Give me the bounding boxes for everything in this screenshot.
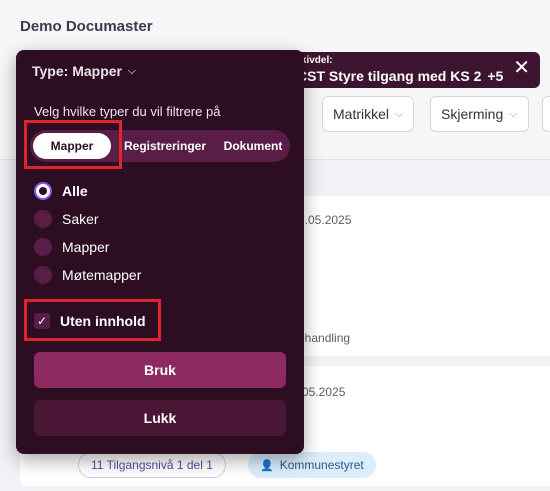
filter-matrikkel-button[interactable]: Matrikkel ⌵	[322, 96, 415, 132]
type-filter-panel: Type: Mapper ⌵ Velg hvilke typer du vil …	[16, 50, 304, 454]
chevron-down-icon: ⌵	[127, 65, 136, 77]
radio-motemapper[interactable]: Møtemapper	[34, 264, 141, 286]
archive-filter-chip[interactable]: rkivdel: CST Styre tilgang med KS 2 +5 ✕	[285, 52, 540, 88]
close-icon[interactable]: ✕	[513, 58, 530, 78]
radio-label: Saker	[62, 211, 99, 227]
chevron-down-icon: ⌵	[509, 107, 518, 120]
filter-helper-text: Velg hvilke typer du vil filtrere på	[34, 104, 221, 119]
filter-skjerming-button[interactable]: Skjerming ⌵	[430, 96, 529, 132]
filter-skjerming-label: Skjerming	[441, 106, 504, 122]
radio-icon	[34, 238, 52, 256]
result-date: 05.2025	[302, 385, 346, 399]
radio-label: Mapper	[62, 239, 110, 255]
person-icon: 👤	[260, 459, 274, 472]
radio-alle[interactable]: Alle	[34, 180, 88, 202]
tab-dokument[interactable]: Dokument	[218, 133, 288, 159]
app-title: Demo Documaster	[20, 18, 153, 35]
chevron-down-icon: ⌵	[395, 107, 404, 120]
tab-mapper[interactable]: Mapper	[33, 133, 111, 159]
type-filter-toggle[interactable]: Type: Mapper ⌵	[32, 63, 136, 79]
close-button[interactable]: Lukk	[34, 400, 286, 436]
radio-checked-icon	[34, 182, 52, 200]
archive-filter-more-count: +5	[487, 68, 504, 84]
filter-matrikkel-label: Matrikkel	[333, 106, 390, 122]
type-filter-title: Type: Mapper	[32, 63, 122, 79]
checkbox-uten-innhold[interactable]: ✓ Uten innhold	[34, 310, 146, 332]
filter-more-button[interactable]	[542, 96, 550, 132]
radio-label: Møtemapper	[62, 267, 142, 283]
apply-button[interactable]: Bruk	[34, 352, 286, 388]
radio-saker[interactable]: Saker	[34, 208, 99, 230]
archive-filter-value: CST Styre tilgang med KS 2 +5	[297, 68, 504, 84]
check-icon: ✓	[34, 313, 50, 329]
radio-mapper[interactable]: Mapper	[34, 236, 109, 258]
access-level-tag: 11 Tilgangsnivå 1 del 1	[78, 452, 226, 478]
board-tag-label: Kommunestyret	[279, 458, 364, 472]
checkbox-label: Uten innhold	[60, 313, 146, 329]
radio-label: Alle	[62, 183, 88, 199]
tab-registreringer[interactable]: Registreringer	[114, 133, 216, 159]
result-meta: ehandling	[298, 331, 351, 345]
radio-icon	[34, 210, 52, 228]
board-tag: 👤 Kommunestyret	[248, 452, 376, 478]
type-segmented-control: Mapper Registreringer Dokument	[30, 130, 290, 162]
result-date: 5.05.2025	[298, 213, 352, 227]
radio-icon	[34, 266, 52, 284]
